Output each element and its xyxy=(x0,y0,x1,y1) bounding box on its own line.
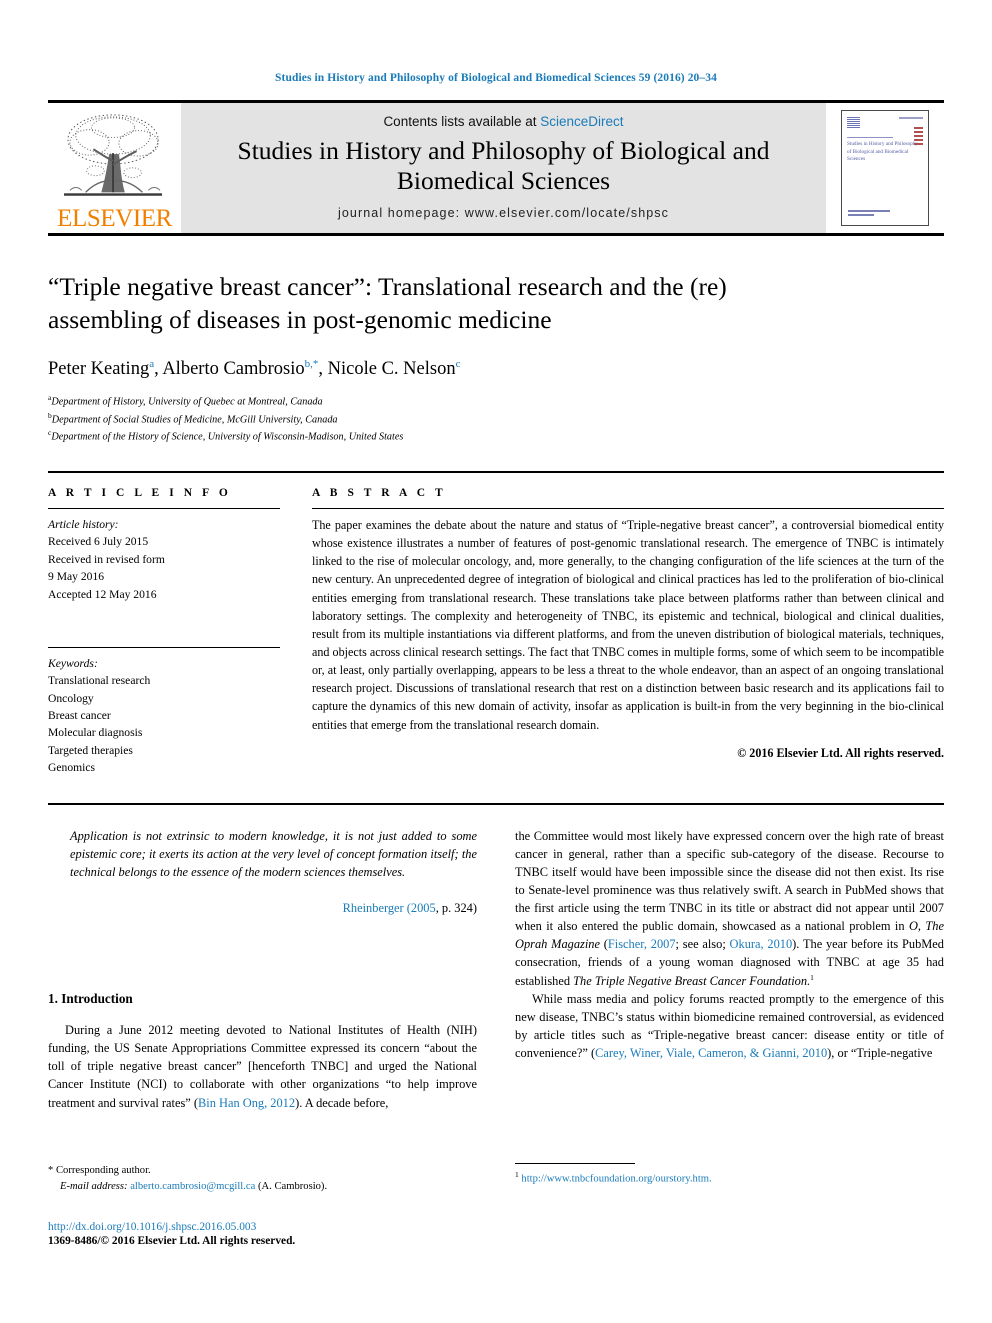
left-column: Application is not extrinsic to modern k… xyxy=(48,827,477,1112)
epigraph-citation-link[interactable]: Rheinberger (2005 xyxy=(343,901,436,915)
cover-image: Studies in History and Philosophy of Bio… xyxy=(841,110,929,226)
body-columns: Application is not extrinsic to modern k… xyxy=(48,827,944,1112)
affiliation-c: cDepartment of the History of Science, U… xyxy=(48,428,944,445)
keyword-5: Targeted therapies xyxy=(48,743,133,757)
cover-top-mark xyxy=(899,117,923,119)
title-block: “Triple negative breast cancer”: Transla… xyxy=(48,270,944,445)
intro-paragraph-1: During a June 2012 meeting devoted to Na… xyxy=(48,1021,477,1112)
article-info-column: A R T I C L E I N F O Article history: R… xyxy=(48,487,280,777)
email-link[interactable]: alberto.cambrosio@mcgill.ca xyxy=(130,1181,255,1192)
article-history-label: Article history: xyxy=(48,517,119,531)
info-abstract-region: A R T I C L E I N F O Article history: R… xyxy=(48,470,944,777)
email-label: E-mail address: xyxy=(60,1180,128,1192)
footnote-left: * Corresponding author. E-mail address: … xyxy=(48,1163,477,1247)
elsevier-tree-icon xyxy=(56,110,174,208)
footnote-1-marker: 1 xyxy=(515,1170,519,1179)
keywords-list: Keywords: Translational research Oncolog… xyxy=(48,655,280,777)
epigraph-text: Application is not extrinsic to modern k… xyxy=(70,828,477,879)
corresponding-marker: * xyxy=(48,1165,54,1176)
journal-masthead: ELSEVIER Contents lists available at Sci… xyxy=(48,100,944,233)
keyword-3: Breast cancer xyxy=(48,709,111,723)
corresponding-label: Corresponding author. xyxy=(55,1165,151,1176)
keywords-label: Keywords: xyxy=(48,656,98,670)
affiliation-text-b: Department of Social Studies of Medicine… xyxy=(51,414,338,425)
abstract-bottom-rule xyxy=(48,802,944,805)
keyword-2: Oncology xyxy=(48,691,94,705)
cover-bottom-marks xyxy=(848,210,890,218)
epigraph-citation-rest: , p. 324) xyxy=(435,900,477,915)
elsevier-wordmark: ELSEVIER xyxy=(57,205,172,232)
footnote-marker-1[interactable]: 1 xyxy=(810,972,814,981)
elsevier-logo: ELSEVIER xyxy=(48,103,181,233)
abstract-rule xyxy=(312,507,944,509)
abstract-body: The paper examines the debate about the … xyxy=(312,517,944,732)
running-head: Studies in History and Philosophy of Bio… xyxy=(275,72,717,84)
doi-block: http://dx.doi.org/10.1016/j.shpsc.2016.0… xyxy=(48,1221,477,1247)
author-list: Peter Keatinga, Alberto Cambrosiob,*, Ni… xyxy=(48,358,461,380)
footnote-1: 1 http://www.tnbcfoundation.org/ourstory… xyxy=(515,1169,944,1187)
journal-title: Studies in History and Philosophy of Bio… xyxy=(237,135,770,195)
right-column: the Committee would most likely have exp… xyxy=(515,827,944,1112)
keywords-rule xyxy=(48,646,280,648)
affiliation-a: aDepartment of History, University of Qu… xyxy=(48,393,944,410)
footnote-1-url[interactable]: http://www.tnbcfoundation.org/ourstory.h… xyxy=(521,1174,711,1185)
footnote-separator-rule xyxy=(515,1163,635,1164)
history-line-1: Received 6 July 2015 xyxy=(48,535,149,549)
tnbc-foundation-italic: The Triple Negative Breast Cancer Founda… xyxy=(573,973,811,988)
corresponding-author-note: * Corresponding author. xyxy=(48,1163,477,1179)
affiliation-b: bDepartment of Social Studies of Medicin… xyxy=(48,411,944,428)
citation-bin-han-ong[interactable]: Bin Han Ong, 2012 xyxy=(198,1096,295,1110)
keyword-4: Molecular diagnosis xyxy=(48,726,143,740)
right2-text-b: ), or “Triple-negative xyxy=(827,1045,933,1060)
doi-link[interactable]: http://dx.doi.org/10.1016/j.shpsc.2016.0… xyxy=(48,1221,477,1233)
journal-cover-thumbnail[interactable]: Studies in History and Philosophy of Bio… xyxy=(826,103,944,233)
right-paragraph-2: While mass media and policy forums react… xyxy=(515,990,944,1062)
epigraph-quote: Application is not extrinsic to modern k… xyxy=(48,827,477,917)
footnote-right: 1 http://www.tnbcfoundation.org/ourstory… xyxy=(515,1163,944,1247)
email-note: E-mail address: alberto.cambrosio@mcgill… xyxy=(48,1179,477,1195)
masthead-center: Contents lists available at ScienceDirec… xyxy=(181,103,826,233)
citation-okura[interactable]: Okura, 2010 xyxy=(730,937,793,951)
sciencedirect-link[interactable]: ScienceDirect xyxy=(540,114,623,129)
history-line-2: Received in revised form xyxy=(48,552,165,566)
masthead-bottom-rule xyxy=(48,233,944,236)
keywords-block: Keywords: Translational research Oncolog… xyxy=(48,646,280,777)
citation-fischer[interactable]: Fischer, 2007 xyxy=(608,937,676,951)
history-line-4: Accepted 12 May 2016 xyxy=(48,587,157,601)
article-history: Article history: Received 6 July 2015 Re… xyxy=(48,516,280,603)
journal-homepage-link[interactable]: journal homepage: www.elsevier.com/locat… xyxy=(338,206,669,220)
issn-copyright-line: 1369-8486/© 2016 Elsevier Ltd. All right… xyxy=(48,1234,296,1247)
affiliation-text-a: Department of History, University of Que… xyxy=(51,396,323,408)
page-footnotes: * Corresponding author. E-mail address: … xyxy=(48,1163,944,1247)
right-text-a: the Committee would most likely have exp… xyxy=(515,828,944,934)
cover-title: Studies in History and Philosophy of Bio… xyxy=(847,141,918,163)
article-page: Studies in History and Philosophy of Bio… xyxy=(0,0,992,1323)
section-heading-introduction: 1. Introduction xyxy=(48,991,133,1007)
abstract-copyright: © 2016 Elsevier Ltd. All rights reserved… xyxy=(737,745,944,760)
right-text-c: ; see also; xyxy=(675,937,730,952)
citation-carey[interactable]: Carey, Winer, Viale, Cameron, & Gianni, … xyxy=(595,1046,827,1060)
right-text-b: ( xyxy=(600,937,608,952)
article-info-rule xyxy=(48,507,280,509)
affiliation-text-c: Department of the History of Science, Un… xyxy=(51,431,404,443)
intro-text-b: ). A decade before, xyxy=(295,1095,389,1110)
article-info-heading: A R T I C L E I N F O xyxy=(48,486,232,499)
cover-side-marks xyxy=(914,127,923,147)
keyword-1: Translational research xyxy=(48,674,151,688)
affiliation-list: aDepartment of History, University of Qu… xyxy=(48,393,944,445)
article-title: “Triple negative breast cancer”: Transla… xyxy=(48,272,727,335)
email-suffix: (A. Cambrosio). xyxy=(257,1180,328,1192)
abstract-column: A B S T R A C T The paper examines the d… xyxy=(312,487,944,777)
contents-prefix: Contents lists available at xyxy=(383,113,541,129)
keyword-6: Genomics xyxy=(48,761,96,775)
epigraph-citation: Rheinberger (2005, p. 324) xyxy=(70,899,477,917)
cover-rule xyxy=(847,137,893,138)
right-paragraph-1: the Committee would most likely have exp… xyxy=(515,827,944,990)
cover-logo-icon xyxy=(847,117,860,128)
abstract-heading: A B S T R A C T xyxy=(312,486,447,499)
history-line-3: 9 May 2016 xyxy=(48,570,105,584)
contents-available-line: Contents lists available at ScienceDirec… xyxy=(383,114,623,129)
